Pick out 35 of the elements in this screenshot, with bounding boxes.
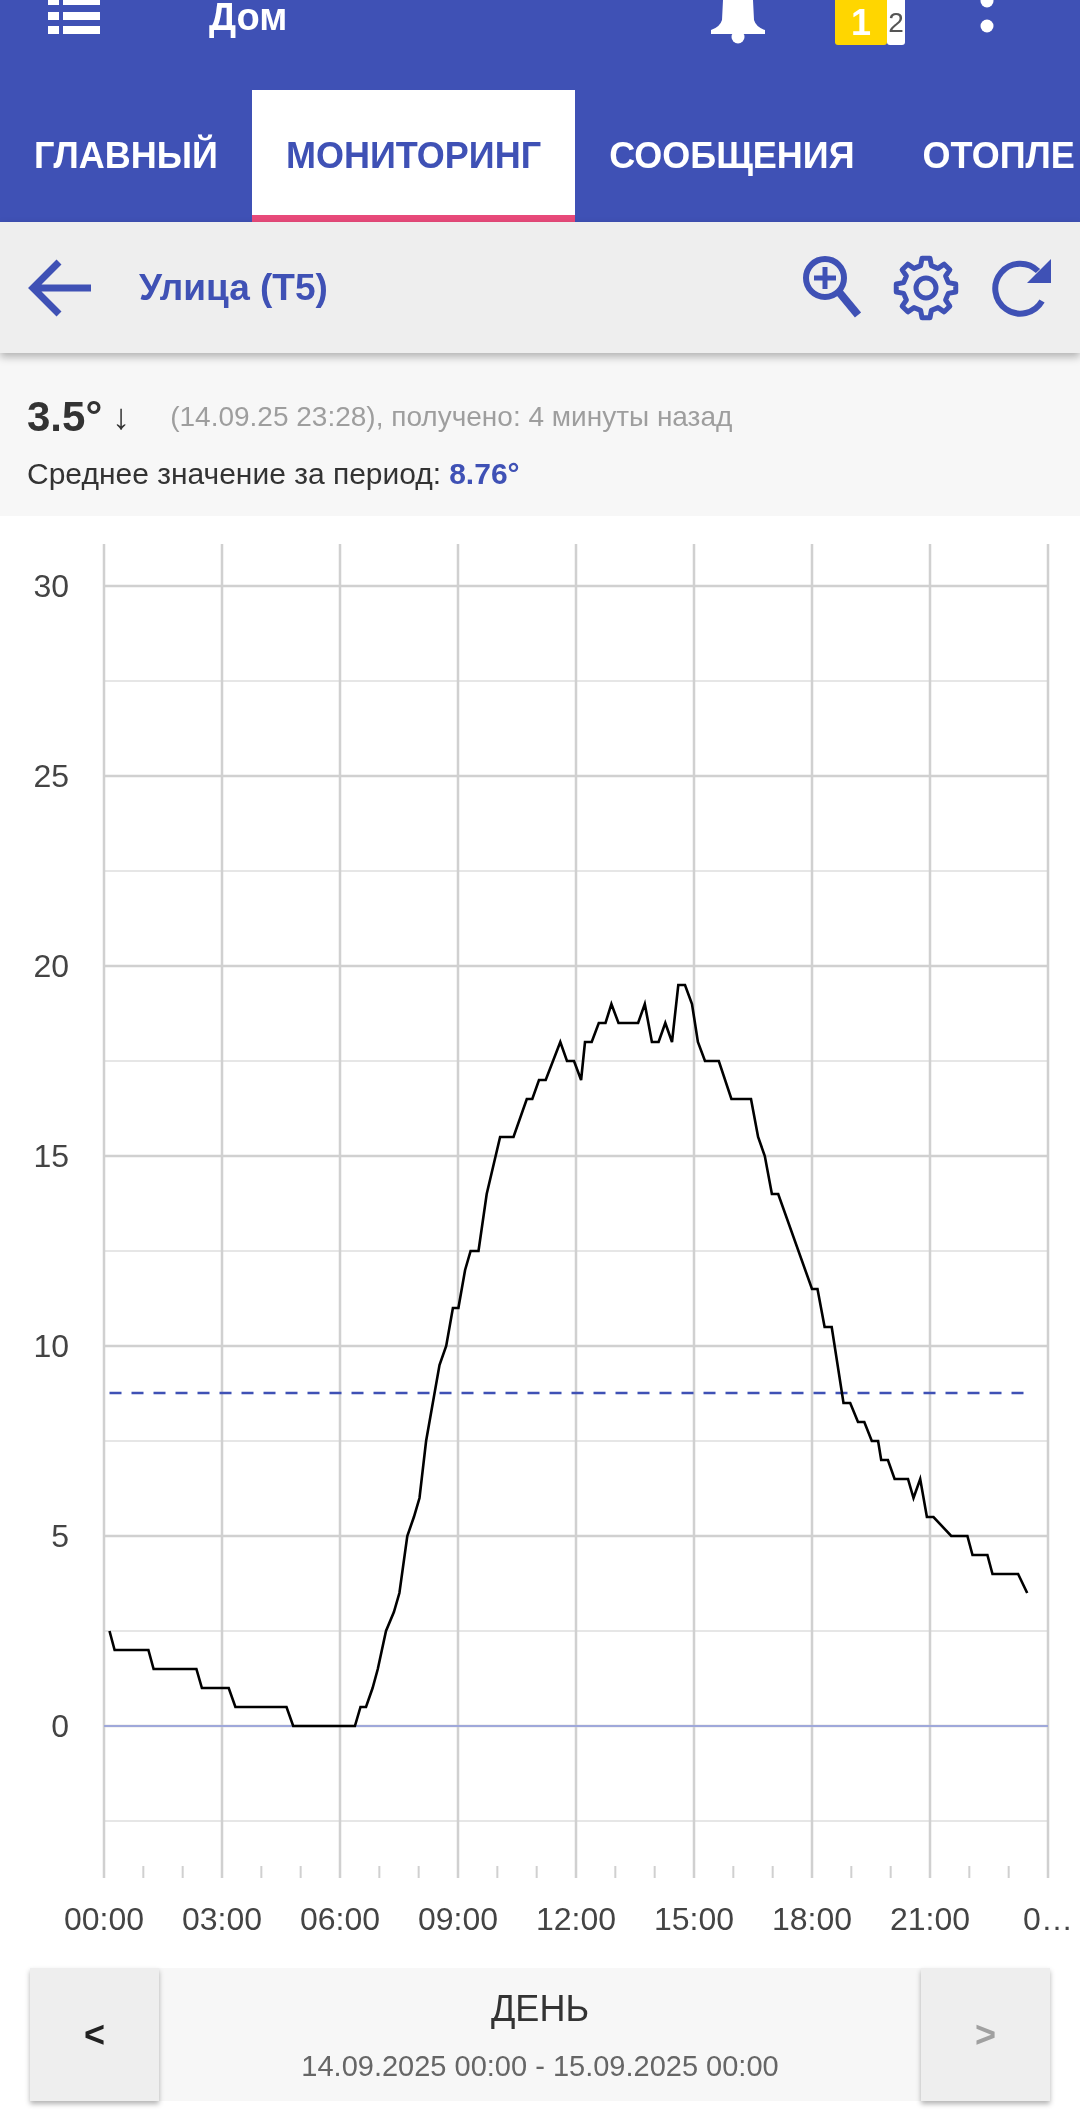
y-axis-label: 10	[33, 1328, 69, 1364]
count-badge: 1	[835, 0, 887, 45]
x-axis-label: 00:00	[63, 1901, 145, 1937]
y-axis-label: 15	[33, 1138, 69, 1174]
x-axis-label: 18:00	[771, 1901, 853, 1937]
more-options-icon[interactable]	[980, 0, 994, 34]
x-axis-label: 0…	[1023, 1901, 1073, 1937]
y-axis-label: 0	[51, 1708, 69, 1744]
count-badge: 2	[887, 0, 905, 45]
bell-icon[interactable]	[709, 0, 767, 44]
y-axis-label: 25	[33, 758, 69, 794]
reading-timestamp: (14.09.25 23:28), получено: 4 минуты назад	[170, 401, 733, 433]
y-axis-label: 30	[33, 568, 69, 604]
x-axis-label: 21:00	[889, 1901, 971, 1937]
x-axis-label: 03:00	[181, 1901, 263, 1937]
y-axis-label: 20	[33, 948, 69, 984]
period-range: 14.09.2025 00:00 - 15.09.2025 00:00	[301, 2049, 779, 2084]
current-value: 3.5°	[27, 393, 103, 441]
x-axis-label: 12:00	[535, 1901, 617, 1937]
trend-arrow: ↓	[112, 396, 131, 438]
tab[interactable]: МОНИТОРИНГ	[251, 90, 576, 222]
tab[interactable]: СООБЩЕНИЯ	[575, 90, 889, 222]
average-value: 8.76°	[449, 457, 520, 491]
y-axis-label: 5	[51, 1518, 69, 1554]
sensor-title: Улица (T5)	[139, 266, 328, 309]
x-axis-label: 15:00	[653, 1901, 735, 1937]
x-axis-label: 09:00	[417, 1901, 499, 1937]
settings-icon[interactable]	[893, 254, 959, 321]
x-axis-label: 06:00	[299, 1901, 381, 1937]
tab[interactable]: ОТОПЛЕ	[888, 90, 1075, 222]
average-label: Среднее значение за период:	[27, 457, 442, 491]
previous-button[interactable]: <	[30, 1968, 159, 2101]
tab[interactable]: ГЛАВНЫЙ	[0, 90, 252, 222]
period-title: ДЕНЬ	[491, 1988, 589, 2030]
list-menu-icon[interactable]	[48, 0, 100, 34]
